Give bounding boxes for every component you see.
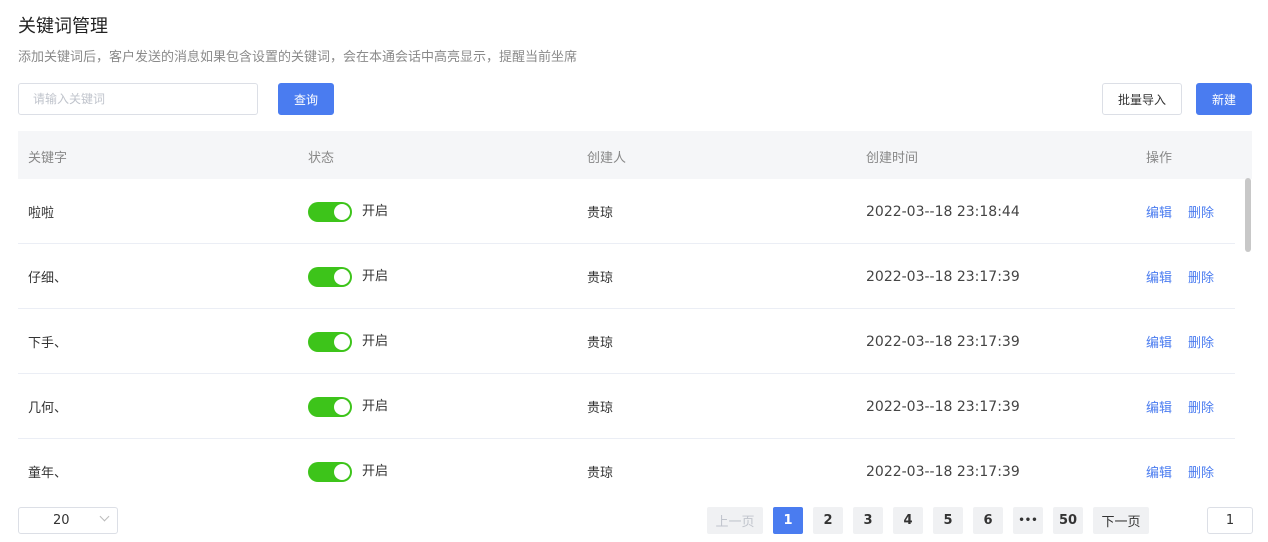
toggle-knob	[334, 268, 350, 285]
table-scrollbar[interactable]	[1245, 178, 1251, 252]
page-button-50[interactable]: 50	[1053, 507, 1083, 534]
column-header-created-time: 创建时间	[866, 151, 919, 166]
toggle-knob	[334, 333, 350, 350]
next-page-button[interactable]: 下一页	[1093, 507, 1149, 534]
creator-cell: 贵琼	[587, 271, 614, 286]
keyword-table: 关键字 状态 创建人 创建时间 操作 啦啦 开启 贵琼 2022-03--18 …	[18, 131, 1252, 491]
status-toggle[interactable]	[308, 201, 352, 222]
delete-link[interactable]: 删除	[1188, 397, 1214, 416]
page-size-select[interactable]: 20	[18, 507, 118, 534]
page-button-6[interactable]: 6	[973, 507, 1003, 534]
actions-cell: 编辑 删除	[1146, 179, 1230, 244]
page-button-5[interactable]: 5	[933, 507, 963, 534]
table-row: 啦啦 开启 贵琼 2022-03--18 23:18:44 编辑 删除	[18, 179, 1235, 244]
created-time-cell: 2022-03--18 23:17:39	[866, 463, 1020, 480]
creator-cell: 贵琼	[587, 336, 614, 351]
creator-cell: 贵琼	[587, 401, 614, 416]
status-label: 开启	[362, 464, 389, 479]
created-time-cell: 2022-03--18 23:18:44	[866, 203, 1020, 220]
keyword-cell: 啦啦	[28, 206, 55, 221]
status-cell: 开启	[308, 439, 388, 491]
batch-import-button[interactable]: 批量导入	[1102, 83, 1182, 115]
status-toggle[interactable]	[308, 461, 352, 482]
page-button-4[interactable]: 4	[893, 507, 923, 534]
query-button[interactable]: 查询	[278, 83, 334, 115]
status-label: 开启	[362, 204, 389, 219]
keyword-cell: 童年、	[28, 466, 68, 481]
status-cell: 开启	[308, 179, 388, 244]
edit-link[interactable]: 编辑	[1146, 397, 1172, 416]
status-toggle[interactable]	[308, 266, 352, 287]
column-header-keyword: 关键字	[28, 151, 68, 166]
table-row: 下手、 开启 贵琼 2022-03--18 23:17:39 编辑 删除	[18, 309, 1235, 374]
page-button-2[interactable]: 2	[813, 507, 843, 534]
keyword-search-input[interactable]	[18, 83, 258, 115]
column-header-creator: 创建人	[587, 151, 627, 166]
created-time-cell: 2022-03--18 23:17:39	[866, 333, 1020, 350]
table-header: 关键字 状态 创建人 创建时间 操作	[18, 131, 1252, 179]
edit-link[interactable]: 编辑	[1146, 202, 1172, 221]
keyword-cell: 几何、	[28, 401, 68, 416]
status-label: 开启	[362, 399, 389, 414]
page-size-value: 20	[53, 513, 70, 528]
status-cell: 开启	[308, 309, 388, 374]
prev-page-button[interactable]: 上一页	[707, 507, 763, 534]
page-jump-input[interactable]	[1207, 507, 1253, 534]
created-time-cell: 2022-03--18 23:17:39	[866, 268, 1020, 285]
status-cell: 开启	[308, 374, 388, 439]
delete-link[interactable]: 删除	[1188, 332, 1214, 351]
actions-cell: 编辑 删除	[1146, 244, 1230, 309]
actions-cell: 编辑 删除	[1146, 374, 1230, 439]
status-label: 开启	[362, 334, 389, 349]
new-keyword-button[interactable]: 新建	[1196, 83, 1252, 115]
delete-link[interactable]: 删除	[1188, 202, 1214, 221]
status-label: 开启	[362, 269, 389, 284]
status-cell: 开启	[308, 244, 388, 309]
keyword-cell: 下手、	[28, 336, 68, 351]
toggle-knob	[334, 463, 350, 480]
chevron-down-icon	[99, 511, 110, 522]
column-header-actions: 操作	[1146, 151, 1173, 166]
actions-cell: 编辑 删除	[1146, 309, 1230, 374]
creator-cell: 贵琼	[587, 466, 614, 481]
status-toggle[interactable]	[308, 331, 352, 352]
created-time-cell: 2022-03--18 23:17:39	[866, 398, 1020, 415]
toggle-knob	[334, 398, 350, 415]
column-header-status: 状态	[308, 151, 335, 166]
table-row: 童年、 开启 贵琼 2022-03--18 23:17:39 编辑 删除	[18, 439, 1235, 491]
page-title: 关键词管理	[18, 16, 108, 37]
edit-link[interactable]: 编辑	[1146, 332, 1172, 351]
table-row: 仔细、 开启 贵琼 2022-03--18 23:17:39 编辑 删除	[18, 244, 1235, 309]
edit-link[interactable]: 编辑	[1146, 267, 1172, 286]
page-description: 添加关键词后，客户发送的消息如果包含设置的关键词，会在本通会话中高亮显示，提醒当…	[18, 50, 578, 65]
creator-cell: 贵琼	[587, 206, 614, 221]
edit-link[interactable]: 编辑	[1146, 462, 1172, 481]
toggle-knob	[334, 203, 350, 220]
delete-link[interactable]: 删除	[1188, 462, 1214, 481]
delete-link[interactable]: 删除	[1188, 267, 1214, 286]
page-button-3[interactable]: 3	[853, 507, 883, 534]
status-toggle[interactable]	[308, 396, 352, 417]
keyword-cell: 仔细、	[28, 271, 68, 286]
table-row: 几何、 开启 贵琼 2022-03--18 23:17:39 编辑 删除	[18, 374, 1235, 439]
page-ellipsis-button[interactable]: •••	[1013, 507, 1043, 534]
page-button-1[interactable]: 1	[773, 507, 803, 534]
actions-cell: 编辑 删除	[1146, 439, 1230, 491]
